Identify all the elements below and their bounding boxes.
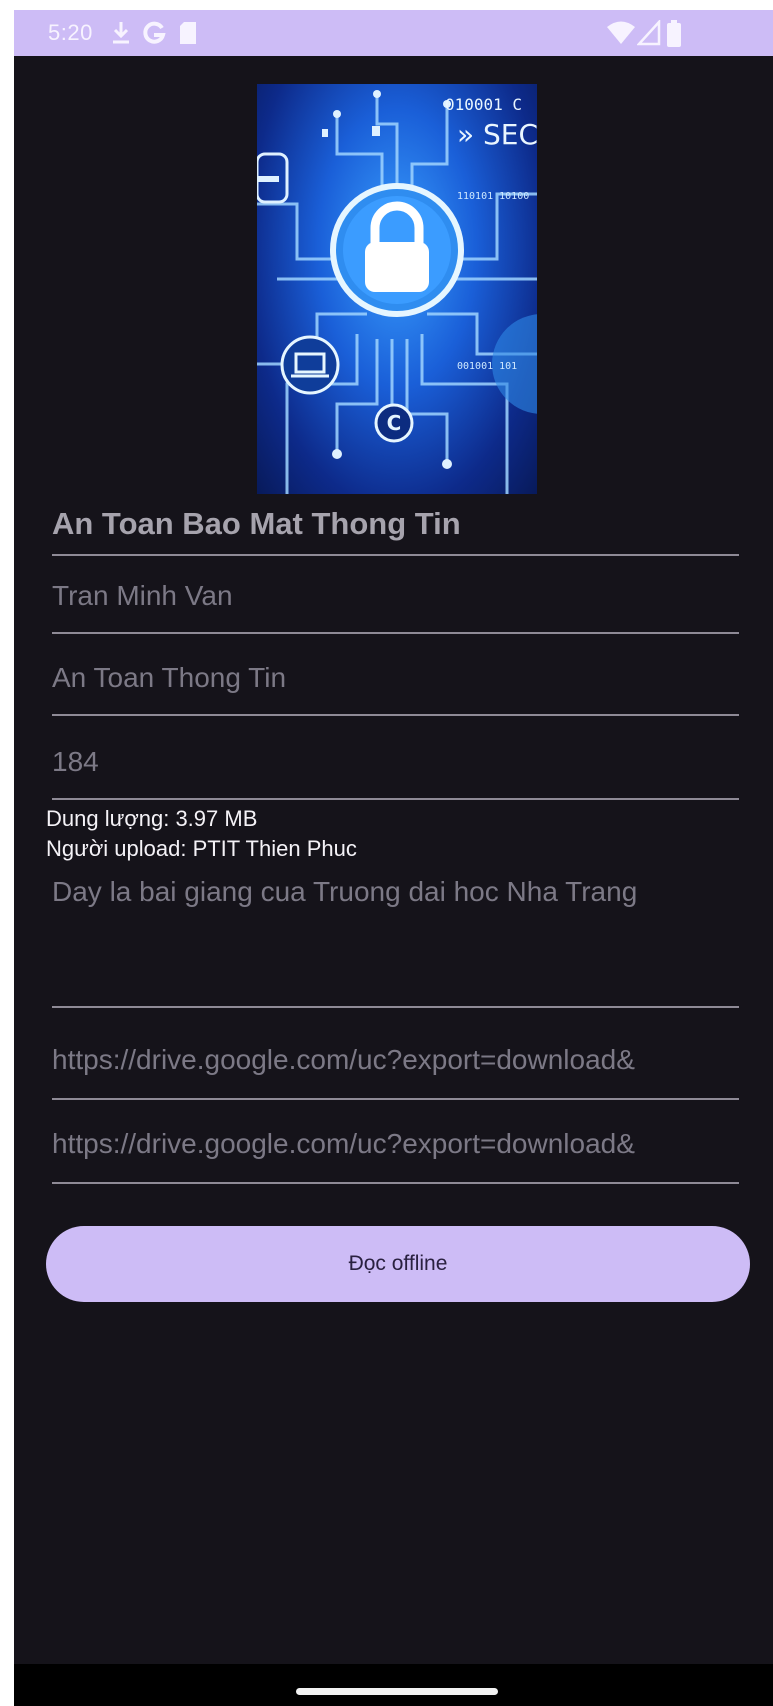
signal-icon xyxy=(636,18,661,51)
google-icon xyxy=(142,20,166,51)
author-field[interactable]: Tran Minh Van xyxy=(52,558,739,634)
pages-text: 184 xyxy=(52,746,99,777)
lock-icon xyxy=(329,182,465,318)
file-size-label: Dung lượng: 3.97 MB xyxy=(46,806,258,831)
category-field[interactable]: An Toan Thong Tin xyxy=(52,640,739,716)
laptop-icon xyxy=(279,334,341,396)
navigation-bar xyxy=(14,1664,773,1706)
sd-card-icon xyxy=(178,20,198,51)
wifi-icon xyxy=(606,20,636,51)
author-text: Tran Minh Van xyxy=(52,580,233,611)
cover-binary-text: 010001 C xyxy=(445,95,522,114)
description-field[interactable]: Day la bai giang cua Truong dai hoc Nha … xyxy=(52,876,739,1008)
title-text: An Toan Bao Mat Thong Tin xyxy=(52,506,461,541)
status-bar: 5:20 xyxy=(14,10,773,56)
read-offline-label: Đọc offline xyxy=(348,1252,448,1275)
status-time: 5:20 xyxy=(48,20,93,45)
read-offline-button[interactable]: Đọc offline xyxy=(46,1226,750,1302)
download-icon xyxy=(110,20,132,51)
file-url-text: https://drive.google.com/uc?export=downl… xyxy=(52,1128,635,1159)
title-field[interactable]: An Toan Bao Mat Thong Tin xyxy=(52,494,739,556)
cover-sec-text: » SEC xyxy=(457,118,537,151)
copyright-icon: C xyxy=(373,402,415,444)
download-url-field[interactable]: https://drive.google.com/uc?export=downl… xyxy=(52,1024,739,1100)
download-url-text: https://drive.google.com/uc?export=downl… xyxy=(52,1044,635,1075)
svg-text:C: C xyxy=(387,411,402,435)
pages-field[interactable]: 184 xyxy=(52,724,739,800)
file-url-field[interactable]: https://drive.google.com/uc?export=downl… xyxy=(52,1108,739,1184)
svg-text:001001 101: 001001 101 xyxy=(457,361,517,372)
home-gesture-handle[interactable] xyxy=(296,1688,498,1695)
description-text: Day la bai giang cua Truong dai hoc Nha … xyxy=(52,876,638,907)
battery-icon xyxy=(666,20,682,53)
category-text: An Toan Thong Tin xyxy=(52,662,287,693)
book-cover-image: 010001 C » SEC 110101 10100 001001 101 C xyxy=(257,84,537,494)
svg-text:110101 10100: 110101 10100 xyxy=(457,191,529,202)
book-detail-screen: 5:20 010001 C » SEC 110101 10100 001001 … xyxy=(14,10,773,1706)
uploader-label: Người upload: PTIT Thien Phuc xyxy=(46,836,357,861)
